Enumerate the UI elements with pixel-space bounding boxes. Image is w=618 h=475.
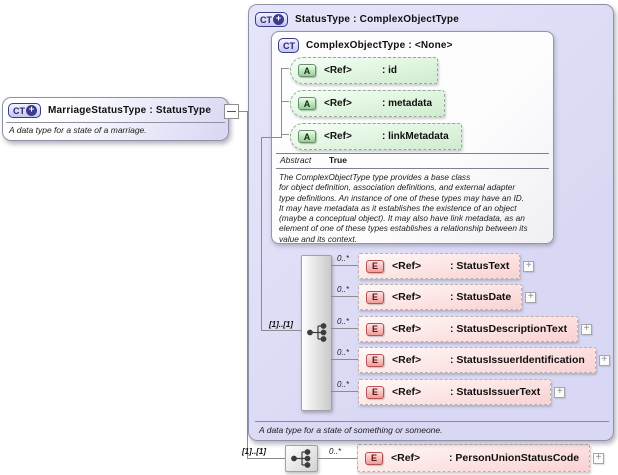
status-type-box[interactable]: CT + StatusType : ComplexObjectType CT C… bbox=[248, 4, 614, 441]
ref-label: <Ref> bbox=[391, 452, 421, 464]
expand-plus-button[interactable]: + bbox=[581, 323, 593, 335]
derived-plus-icon: + bbox=[273, 14, 284, 25]
element-row-person-union-status-code[interactable]: 0..* E <Ref> : PersonUnionStatusCode + bbox=[329, 444, 605, 472]
cardinality-label: 0..* bbox=[329, 447, 342, 456]
type-header: CT + StatusType : ComplexObjectType bbox=[255, 12, 459, 27]
connector-line bbox=[331, 359, 358, 360]
element-name: : StatusDate bbox=[450, 291, 512, 303]
sequence-bar bbox=[301, 255, 332, 411]
connector-line bbox=[261, 137, 262, 331]
cardinality-label: 0..* bbox=[337, 254, 350, 263]
annotation-text: A data type for a state of something or … bbox=[259, 425, 443, 435]
connector-line bbox=[318, 458, 357, 459]
cardinality-label: [1]..[1] bbox=[269, 320, 293, 329]
derived-plus-icon: + bbox=[26, 105, 37, 116]
sequence-icon bbox=[291, 449, 311, 468]
collapse-dash-icon bbox=[227, 111, 236, 112]
divider bbox=[276, 153, 549, 154]
element-icon: E bbox=[365, 451, 383, 465]
type-title: MarriageStatusType : StatusType bbox=[48, 105, 212, 116]
ct-icon-label: CT bbox=[283, 40, 295, 51]
schema-diagram-canvas: { "colors": { "container_fill": "#d8d8f4… bbox=[0, 0, 618, 475]
abstract-label: Abstract bbox=[280, 155, 312, 165]
expand-plus-button[interactable]: + bbox=[554, 386, 566, 398]
element-name: : StatusIssuerIdentification bbox=[450, 354, 585, 366]
complex-type-icon: CT + bbox=[8, 103, 41, 118]
attribute-name: : metadata bbox=[382, 98, 433, 109]
element-icon: E bbox=[366, 385, 384, 399]
element-row-status-text[interactable]: 0..* E <Ref> : StatusText + bbox=[337, 253, 535, 279]
expand-toggle[interactable] bbox=[224, 104, 239, 119]
connector-line bbox=[247, 458, 285, 459]
sequence-icon bbox=[307, 323, 327, 342]
cardinality-label: 0..* bbox=[337, 348, 350, 357]
complex-type-icon: CT bbox=[278, 38, 299, 53]
type-title: StatusType : ComplexObjectType bbox=[295, 14, 459, 25]
attribute-row-metadata[interactable]: A <Ref> : metadata bbox=[290, 90, 446, 117]
attribute-row-link-metadata[interactable]: A <Ref> : linkMetadata bbox=[290, 123, 462, 150]
cardinality-label: [1]..[1] bbox=[242, 447, 266, 456]
connector-line bbox=[261, 330, 301, 331]
type-header: CT + MarriageStatusType : StatusType bbox=[8, 103, 211, 118]
cardinality-label: 0..* bbox=[337, 285, 350, 294]
connector-line bbox=[281, 68, 289, 69]
complex-type-icon: CT + bbox=[255, 12, 288, 27]
ref-label: <Ref> bbox=[392, 323, 422, 335]
divider bbox=[6, 122, 225, 123]
type-title: ComplexObjectType : <None> bbox=[306, 40, 453, 51]
connector-line bbox=[331, 328, 358, 329]
element-icon: E bbox=[366, 353, 384, 367]
expand-plus-button[interactable]: + bbox=[593, 452, 605, 464]
element-row-status-description-text[interactable]: 0..* E <Ref> : StatusDescriptionText + bbox=[337, 316, 593, 342]
sequence-icon-box bbox=[285, 445, 318, 472]
connector-line bbox=[281, 68, 282, 138]
attribute-name: : linkMetadata bbox=[382, 131, 449, 142]
element-icon: E bbox=[366, 259, 384, 273]
expand-plus-button[interactable]: + bbox=[598, 354, 610, 366]
element-name: : StatusIssuerText bbox=[450, 386, 541, 398]
ref-label: <Ref> bbox=[392, 354, 422, 366]
element-name: : StatusDescriptionText bbox=[450, 323, 568, 335]
complex-object-type-box[interactable]: CT ComplexObjectType : <None> A <Ref> : … bbox=[271, 31, 554, 244]
connector-line bbox=[281, 101, 289, 102]
element-name: : PersonUnionStatusCode bbox=[449, 452, 580, 464]
connector-line bbox=[261, 137, 282, 138]
attribute-icon: A bbox=[298, 97, 316, 110]
attribute-name: : id bbox=[382, 65, 397, 76]
divider bbox=[276, 168, 549, 169]
connector-line bbox=[247, 111, 248, 459]
type-description: The ComplexObjectType type provides a ba… bbox=[279, 172, 528, 244]
ref-label: <Ref> bbox=[392, 386, 422, 398]
connector-line bbox=[331, 265, 358, 266]
type-header: CT ComplexObjectType : <None> bbox=[278, 38, 453, 53]
cardinality-label: 0..* bbox=[337, 380, 350, 389]
element-row-status-issuer-identification[interactable]: 0..* E <Ref> : StatusIssuerIdentificatio… bbox=[337, 347, 610, 373]
connector-line bbox=[331, 296, 358, 297]
element-name: : StatusText bbox=[450, 260, 510, 272]
element-row-status-issuer-text[interactable]: 0..* E <Ref> : StatusIssuerText + bbox=[337, 379, 566, 405]
attribute-row-id[interactable]: A <Ref> : id bbox=[290, 57, 438, 84]
divider bbox=[255, 421, 609, 422]
ref-label: <Ref> bbox=[324, 98, 352, 109]
annotation-text: A data type for a state of a marriage. bbox=[9, 125, 147, 135]
ref-label: <Ref> bbox=[324, 65, 352, 76]
ref-label: <Ref> bbox=[324, 131, 352, 142]
element-row-status-date[interactable]: 0..* E <Ref> : StatusDate + bbox=[337, 284, 537, 310]
marriage-status-type-box[interactable]: CT + MarriageStatusType : StatusType A d… bbox=[2, 97, 229, 141]
ct-icon-label: CT bbox=[260, 14, 272, 25]
element-icon: E bbox=[366, 290, 384, 304]
connector-line bbox=[281, 134, 289, 135]
ref-label: <Ref> bbox=[392, 260, 422, 272]
ref-label: <Ref> bbox=[392, 291, 422, 303]
expand-plus-button[interactable]: + bbox=[525, 291, 537, 303]
attribute-icon: A bbox=[298, 130, 316, 143]
attribute-icon: A bbox=[298, 64, 316, 77]
element-icon: E bbox=[366, 322, 384, 336]
connector-line bbox=[331, 391, 358, 392]
abstract-value: True bbox=[329, 155, 347, 165]
cardinality-label: 0..* bbox=[337, 317, 350, 326]
ct-icon-label: CT bbox=[13, 105, 25, 116]
expand-plus-button[interactable]: + bbox=[523, 260, 535, 272]
